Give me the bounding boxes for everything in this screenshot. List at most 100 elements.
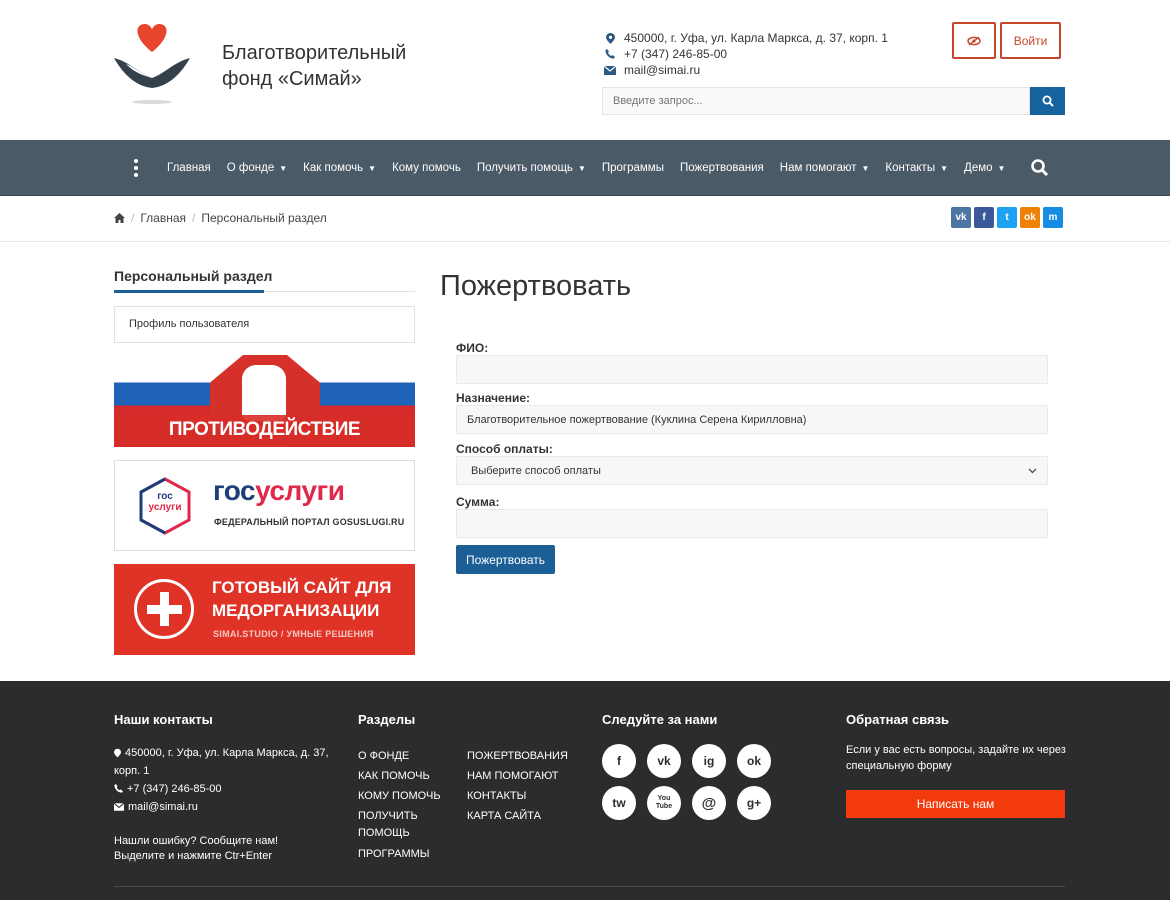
google-plus-icon[interactable]: g+ — [737, 786, 771, 820]
envelope-icon — [114, 803, 124, 811]
gosuslugi-banner[interactable]: гос услуги госуслуги ФЕДЕРАЛЬНЫЙ ПОРТАЛ … — [114, 460, 415, 551]
nav-item-who-to-help[interactable]: Кому помочь — [384, 140, 469, 196]
search-button[interactable] — [1030, 87, 1065, 115]
odnoklassniki-icon[interactable]: ok — [737, 744, 771, 778]
nav-item-donations[interactable]: Пожертвования — [672, 140, 772, 196]
footer-address: 450000, г. Уфа, ул. Карла Маркса, д. 37, — [114, 744, 334, 762]
moimir-share-icon[interactable]: m — [1043, 207, 1063, 228]
twitter-share-icon[interactable]: t — [997, 207, 1017, 228]
footer-link-about[interactable]: О фонде — [358, 746, 458, 766]
chevron-down-icon: ▼ — [279, 163, 288, 173]
write-to-us-button[interactable]: Написать нам — [846, 790, 1065, 818]
nav-item-label: О фонде — [226, 162, 275, 174]
chevron-down-icon: ▼ — [861, 163, 870, 173]
footer-link-how-to-help[interactable]: Как помочь — [358, 766, 458, 786]
medical-cross-horizontal — [147, 605, 182, 614]
footer-error-report: Нашли ошибку? Сообщите нам! Выделите и н… — [114, 834, 334, 864]
map-marker-icon — [114, 748, 121, 758]
footer-contacts: 450000, г. Уфа, ул. Карла Маркса, д. 37,… — [114, 744, 334, 816]
footer-email: mail@simai.ru — [114, 798, 334, 816]
sum-label: Сумма: — [456, 495, 500, 509]
footer-sections-title: Разделы — [358, 712, 416, 727]
footer-feedback-text: Если у вас есть вопросы, задайте их чере… — [846, 744, 1066, 772]
eye-slash-icon — [967, 35, 981, 46]
gosuslugi-logo-text: гос услуги — [138, 491, 192, 513]
nav-item-get-help[interactable]: Получить помощь ▼ — [469, 140, 594, 196]
chevron-down-icon — [1028, 468, 1037, 473]
envelope-icon — [604, 65, 616, 75]
footer-address-line2: корп. 1 — [114, 765, 150, 777]
vk-share-icon[interactable]: vk — [951, 207, 971, 228]
header-contacts: 450000, г. Уфа, ул. Карла Маркса, д. 37,… — [604, 30, 888, 78]
donate-button[interactable]: Пожертвовать — [456, 545, 555, 574]
medical-site-banner[interactable]: ГОТОВЫЙ САЙТ ДЛЯ МЕДОРГАНИЗАЦИИ SIMAI.ST… — [114, 564, 415, 655]
nav-item-supporters[interactable]: Нам помогают ▼ — [772, 140, 878, 196]
login-button[interactable]: Войти — [1000, 22, 1061, 59]
payment-method-select[interactable]: Выберите способ оплаты — [456, 456, 1048, 485]
social-share: vk f t ok m — [951, 207, 1063, 228]
nav-item-contacts[interactable]: Контакты ▼ — [877, 140, 956, 196]
more-menu-icon[interactable] — [133, 159, 139, 177]
footer-error-line2: Выделите и нажмите Ctr+Enter — [114, 850, 272, 862]
sidebar-item-profile[interactable]: Профиль пользователя — [114, 306, 415, 343]
nav-search-icon[interactable] — [1030, 158, 1050, 178]
purpose-field[interactable]: Благотворительное пожертвование (Куклина… — [456, 405, 1048, 434]
footer-feedback-title: Обратная связь — [846, 712, 950, 727]
chevron-down-icon: ▼ — [368, 163, 377, 173]
vk-icon[interactable]: vk — [647, 744, 681, 778]
fio-label: ФИО: — [456, 341, 489, 355]
email-at-icon[interactable]: @ — [692, 786, 726, 820]
search-input[interactable] — [602, 87, 1030, 115]
header-phone-link[interactable]: +7 (347) 246-85-00 — [624, 46, 727, 62]
breadcrumb: / Главная / Персональный раздел — [114, 211, 327, 225]
footer-phone-link[interactable]: +7 (347) 246-85-00 — [127, 780, 221, 798]
footer-address-line1: 450000, г. Уфа, ул. Карла Маркса, д. 37, — [125, 747, 329, 759]
nav-item-about[interactable]: О фонде ▼ — [219, 140, 295, 196]
footer-link-sitemap[interactable]: Карта сайта — [467, 806, 577, 826]
footer-follow-title: Следуйте за нами — [602, 712, 718, 727]
footer-link-contacts[interactable]: Контакты — [467, 786, 577, 806]
home-icon[interactable] — [114, 213, 125, 223]
gosuslugi-small-2: услуги — [148, 502, 182, 513]
footer-link-get-help[interactable]: Получить помощь — [358, 806, 438, 844]
youtube-icon[interactable]: You Tube — [647, 786, 681, 820]
footer-email-link[interactable]: mail@simai.ru — [128, 798, 198, 816]
chevron-down-icon: ▼ — [940, 163, 949, 173]
gosuslugi-big-2: услуги — [255, 475, 345, 506]
nav-item-demo[interactable]: Демо ▼ — [956, 140, 1013, 196]
nav-item-label: Нам помогают — [779, 162, 857, 174]
footer-social-links: f vk ig ok tw You Tube @ g+ — [602, 744, 782, 820]
chevron-down-icon: ▼ — [997, 163, 1006, 173]
nav-item-how-to-help[interactable]: Как помочь ▼ — [295, 140, 384, 196]
footer-link-who-to-help[interactable]: Кому помочь — [358, 786, 458, 806]
footer-contacts-title: Наши контакты — [114, 712, 213, 727]
nav-item-programs[interactable]: Программы — [594, 140, 672, 196]
gosuslugi-small-1: гос — [157, 491, 173, 502]
footer-link-supporters[interactable]: Нам помогают — [467, 766, 577, 786]
nav-item-label: Как помочь — [303, 162, 364, 174]
footer-link-programs[interactable]: Программы — [358, 844, 458, 864]
twitter-icon[interactable]: tw — [602, 786, 636, 820]
hand-icon — [242, 365, 286, 421]
accessibility-button[interactable] — [952, 22, 996, 59]
nav-item-label: Главная — [167, 162, 211, 174]
nav-items: Главная О фонде ▼ Как помочь ▼ Кому помочь… — [159, 140, 1013, 196]
sum-field[interactable] — [456, 509, 1048, 538]
odnoklassniki-share-icon[interactable]: ok — [1020, 207, 1040, 228]
breadcrumb-home-link[interactable]: Главная — [140, 211, 186, 225]
header-email-link[interactable]: mail@simai.ru — [624, 62, 700, 78]
header-address: 450000, г. Уфа, ул. Карла Маркса, д. 37,… — [604, 30, 888, 46]
instagram-icon[interactable]: ig — [692, 744, 726, 778]
header-email: mail@simai.ru — [604, 62, 888, 78]
facebook-icon[interactable]: f — [602, 744, 636, 778]
footer-link-donations[interactable]: Пожертвования — [467, 746, 577, 766]
anti-corruption-banner[interactable]: ПРОТИВОДЕЙСТВИЕ КОРРУПЦИИ — [114, 355, 415, 447]
breadcrumb-separator: / — [131, 211, 135, 225]
footer-sections-col2: Пожертвования Нам помогают Контакты Карт… — [467, 746, 577, 826]
breadcrumb-separator: / — [192, 211, 196, 225]
facebook-share-icon[interactable]: f — [974, 207, 994, 228]
charity-logo-icon[interactable] — [112, 20, 192, 108]
sidebar-title-underline — [114, 290, 264, 293]
nav-item-home[interactable]: Главная — [159, 140, 219, 196]
fio-field[interactable] — [456, 355, 1048, 384]
